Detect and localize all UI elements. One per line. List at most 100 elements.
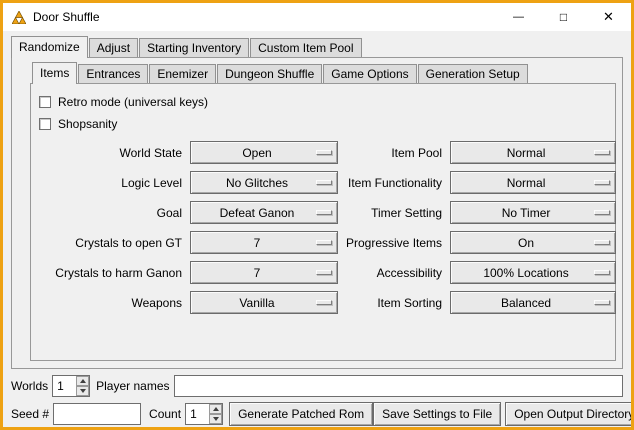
retro-mode-label: Retro mode (universal keys) [58,95,208,109]
weapons-value: Vanilla [239,296,288,310]
seed-label: Seed # [11,407,49,421]
open-output-button[interactable]: Open Output Directory [505,402,631,426]
dropdown-indicator-icon [316,270,332,275]
tab-items[interactable]: Items [32,62,77,84]
accessibility-value: 100% Locations [483,266,582,280]
randomize-panel: Items Entrances Enemizer Dungeon Shuffle… [11,57,623,369]
count-label: Count [149,407,181,421]
dropdown-indicator-icon [594,300,610,305]
tab-generation-setup[interactable]: Generation Setup [418,64,528,83]
item-pool-dropdown[interactable]: Normal [450,141,616,164]
maximize-button[interactable]: □ [541,3,586,31]
count-spinbox: 1 [185,403,223,425]
dropdown-indicator-icon [316,240,332,245]
save-settings-button[interactable]: Save Settings to File [373,402,501,426]
logic-level-dropdown[interactable]: No Glitches [190,171,338,194]
dropdown-indicator-icon [594,180,610,185]
secondary-tabs: Items Entrances Enemizer Dungeon Shuffle… [32,62,622,83]
shopsanity-checkbox[interactable] [39,118,51,130]
worlds-label: Worlds [11,379,48,393]
dropdown-indicator-icon [316,210,332,215]
dropdown-indicator-icon [594,150,610,155]
app-icon [11,9,27,25]
minimize-button[interactable]: — [496,3,541,31]
progressive-items-value: On [518,236,548,250]
item-pool-label: Item Pool [346,146,442,160]
caption-buttons: — □ ✕ [496,3,631,31]
app-window: Door Shuffle — □ ✕ Randomize Adjust Star… [0,0,634,430]
dropdown-indicator-icon [316,150,332,155]
bottom-bar: Worlds 1 Player names Seed # Count 1 [3,374,631,426]
timer-setting-dropdown[interactable]: No Timer [450,201,616,224]
generate-rom-button[interactable]: Generate Patched Rom [229,402,373,426]
dropdown-indicator-icon [594,240,610,245]
item-functionality-label: Item Functionality [346,176,442,190]
tab-randomize[interactable]: Randomize [11,36,88,58]
crystals-ganon-label: Crystals to harm Ganon [37,266,182,280]
crystals-gt-label: Crystals to open GT [37,236,182,250]
item-sorting-label: Item Sorting [346,296,442,310]
crystals-ganon-value: 7 [254,266,275,280]
spin-down-icon[interactable] [76,386,89,396]
world-state-label: World State [37,146,182,160]
progressive-items-dropdown[interactable]: On [450,231,616,254]
titlebar: Door Shuffle — □ ✕ [3,3,631,31]
crystals-gt-value: 7 [254,236,275,250]
item-pool-value: Normal [507,146,560,160]
item-functionality-value: Normal [507,176,560,190]
shopsanity-label: Shopsanity [58,117,117,131]
player-names-input[interactable] [174,375,624,397]
retro-mode-row: Retro mode (universal keys) [39,91,615,113]
goal-dropdown[interactable]: Defeat Ganon [190,201,338,224]
primary-tabs: Randomize Adjust Starting Inventory Cust… [11,36,631,57]
item-functionality-dropdown[interactable]: Normal [450,171,616,194]
tab-starting-inventory[interactable]: Starting Inventory [139,38,249,57]
timer-setting-value: No Timer [502,206,565,220]
tab-custom-item-pool[interactable]: Custom Item Pool [250,38,361,57]
tab-dungeon-shuffle[interactable]: Dungeon Shuffle [217,64,322,83]
shopsanity-row: Shopsanity [39,113,615,135]
close-button[interactable]: ✕ [586,3,631,31]
progressive-items-label: Progressive Items [346,236,442,250]
item-sorting-dropdown[interactable]: Balanced [450,291,616,314]
seed-row: Seed # Count 1 Generate Patched Rom Save… [11,402,623,426]
seed-input[interactable] [53,403,141,425]
accessibility-dropdown[interactable]: 100% Locations [450,261,616,284]
count-value[interactable]: 1 [186,404,209,424]
dropdown-indicator-icon [316,300,332,305]
crystals-ganon-dropdown[interactable]: 7 [190,261,338,284]
player-names-label: Player names [96,379,169,393]
dropdown-indicator-icon [594,270,610,275]
tab-entrances[interactable]: Entrances [78,64,148,83]
window-title: Door Shuffle [33,10,100,24]
count-spin-arrows [209,404,222,424]
tab-adjust[interactable]: Adjust [89,38,138,57]
logic-level-value: No Glitches [226,176,302,190]
tab-enemizer[interactable]: Enemizer [149,64,216,83]
item-sorting-value: Balanced [501,296,565,310]
tab-game-options[interactable]: Game Options [323,64,416,83]
retro-mode-checkbox[interactable] [39,96,51,108]
worlds-spin-arrows [76,376,89,396]
world-state-value: Open [242,146,285,160]
spin-down-icon[interactable] [209,414,222,424]
timer-setting-label: Timer Setting [346,206,442,220]
spin-up-icon[interactable] [209,404,222,414]
items-panel: Retro mode (universal keys) Shopsanity W… [30,83,616,361]
goal-label: Goal [37,206,182,220]
logic-level-label: Logic Level [37,176,182,190]
dropdown-indicator-icon [316,180,332,185]
spin-up-icon[interactable] [76,376,89,386]
client-area: Randomize Adjust Starting Inventory Cust… [3,31,631,427]
worlds-value[interactable]: 1 [53,376,76,396]
worlds-spinbox: 1 [52,375,90,397]
accessibility-label: Accessibility [346,266,442,280]
worlds-row: Worlds 1 Player names [11,374,623,398]
goal-value: Defeat Ganon [220,206,309,220]
options-grid: World State Open Item Pool Normal Logic … [31,135,615,314]
weapons-dropdown[interactable]: Vanilla [190,291,338,314]
crystals-gt-dropdown[interactable]: 7 [190,231,338,254]
world-state-dropdown[interactable]: Open [190,141,338,164]
weapons-label: Weapons [37,296,182,310]
checkbox-group: Retro mode (universal keys) Shopsanity [31,84,615,135]
